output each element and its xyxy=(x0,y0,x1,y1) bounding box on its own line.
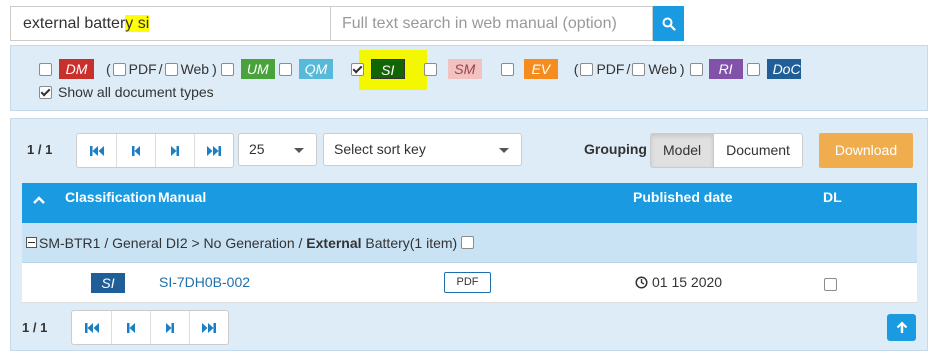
search-row: external battery si Full text search in … xyxy=(10,6,684,41)
open-paren: ( xyxy=(106,61,111,77)
keyword-highlight: y si xyxy=(125,15,150,32)
col-published-date[interactable]: Published date xyxy=(633,189,733,205)
pager-top xyxy=(76,133,234,168)
sort-key-value: Select sort key xyxy=(334,141,426,157)
per-page-value: 25 xyxy=(249,141,265,157)
ev-pdf-label: PDF xyxy=(596,61,625,77)
collapse-group-icon[interactable] xyxy=(26,237,37,248)
group-select-checkbox[interactable] xyxy=(461,236,475,249)
page-count-bottom: 1 / 1 xyxy=(22,320,48,335)
results-table-header: Classification Manual Published date DL xyxy=(22,183,917,223)
close-paren: ) xyxy=(679,61,685,77)
open-paren: ( xyxy=(573,61,579,77)
chevron-down-icon xyxy=(499,148,509,153)
grouping-toggle: Model Document xyxy=(650,133,803,168)
per-page-select[interactable]: 25 xyxy=(238,133,317,166)
search-icon xyxy=(662,17,676,31)
ri-checkbox[interactable] xyxy=(689,62,703,76)
download-row-checkbox[interactable] xyxy=(824,278,837,291)
classification-badge: SI xyxy=(91,273,125,293)
published-date-value: 01 15 2020 xyxy=(652,274,723,290)
dm-pdf-checkbox[interactable] xyxy=(112,62,126,76)
show-all-label: Show all document types xyxy=(58,84,214,100)
show-all-checkbox[interactable] xyxy=(39,85,52,99)
sm-badge: SM xyxy=(447,59,482,79)
group-title-bold: External xyxy=(306,234,362,251)
table-row: SI SI-7DH0B-002 PDF 01 15 2020 xyxy=(22,263,917,303)
ev-pdf-checkbox[interactable] xyxy=(580,62,594,76)
manual-link[interactable]: SI-7DH0B-002 xyxy=(159,274,250,290)
grouping-label: Grouping xyxy=(584,141,647,157)
prev-page-icon xyxy=(127,322,135,333)
col-classification[interactable]: Classification xyxy=(65,189,156,205)
pager-bottom xyxy=(71,310,229,345)
first-page-button[interactable] xyxy=(72,311,111,344)
group-title-suffix: Battery(1 item) xyxy=(361,234,458,251)
ev-web-checkbox[interactable] xyxy=(632,62,646,76)
grouping-model-button[interactable]: Model xyxy=(651,134,715,167)
qm-checkbox[interactable] xyxy=(278,62,292,76)
prev-page-button[interactable] xyxy=(111,311,150,344)
show-all-row: Show all document types xyxy=(39,84,214,100)
dm-badge: DM xyxy=(59,59,94,79)
last-page-button[interactable] xyxy=(194,134,233,167)
doc-badge: DoC xyxy=(766,59,801,79)
chevron-down-icon xyxy=(294,148,304,153)
keyword-search-input[interactable]: external battery si xyxy=(10,6,331,41)
slash: / xyxy=(626,61,631,77)
last-page-button[interactable] xyxy=(189,311,228,344)
first-page-button[interactable] xyxy=(77,134,116,167)
group-title-prefix: SM-BTR1 / General DI2 > No Generation / xyxy=(39,234,307,251)
dm-checkbox[interactable] xyxy=(39,62,52,76)
sort-key-select[interactable]: Select sort key xyxy=(323,133,522,166)
keyword-text-a: external batter xyxy=(23,15,126,32)
um-checkbox[interactable] xyxy=(220,62,234,76)
ev-checkbox[interactable] xyxy=(500,62,514,76)
chevron-up-icon[interactable] xyxy=(32,195,46,205)
si-checkbox[interactable] xyxy=(350,62,364,76)
pdf-button[interactable]: PDF xyxy=(444,272,491,293)
next-page-icon xyxy=(166,322,174,333)
clock-icon xyxy=(635,275,648,289)
um-badge: UM xyxy=(240,59,275,79)
col-dl: DL xyxy=(823,189,842,205)
doc-checkbox[interactable] xyxy=(746,62,760,76)
si-badge: SI xyxy=(370,59,405,79)
slash: / xyxy=(158,61,163,77)
group-row: SM-BTR1 / General DI2 > No Generation / … xyxy=(22,223,917,263)
prev-page-icon xyxy=(132,145,140,156)
next-page-button[interactable] xyxy=(155,134,194,167)
search-button[interactable] xyxy=(653,6,684,41)
download-button[interactable]: Download xyxy=(819,133,913,168)
last-page-icon xyxy=(202,322,216,333)
scroll-to-top-button[interactable] xyxy=(887,314,916,341)
qm-badge: QM xyxy=(298,59,333,79)
dm-web-checkbox[interactable] xyxy=(164,62,178,76)
document-type-row: DM ( PDF / Web ) UM QM SI SM EV ( PDF / … xyxy=(39,58,801,80)
arrow-up-icon xyxy=(896,321,907,333)
next-page-icon xyxy=(171,145,179,156)
first-page-icon xyxy=(84,322,99,333)
last-page-icon xyxy=(207,145,221,156)
dm-web-label: Web xyxy=(180,61,210,77)
prev-page-button[interactable] xyxy=(116,134,155,167)
results-panel: 1 / 1 25 Select sort key Grouping Model … xyxy=(10,118,928,351)
next-page-button[interactable] xyxy=(150,311,189,344)
published-date: 01 15 2020 xyxy=(635,274,722,290)
first-page-icon xyxy=(89,145,104,156)
grouping-document-button[interactable]: Document xyxy=(714,134,802,167)
sm-checkbox[interactable] xyxy=(423,62,437,76)
ri-badge: RI xyxy=(708,59,743,79)
close-paren: ) xyxy=(212,61,217,77)
col-manual[interactable]: Manual xyxy=(158,189,206,205)
ev-web-label: Web xyxy=(648,61,677,77)
dm-pdf-label: PDF xyxy=(128,61,157,77)
ev-badge: EV xyxy=(523,59,558,79)
fulltext-search-input[interactable]: Full text search in web manual (option) xyxy=(331,6,653,41)
document-type-filter-panel: DM ( PDF / Web ) UM QM SI SM EV ( PDF / … xyxy=(10,45,928,111)
page-count-top: 1 / 1 xyxy=(27,142,53,157)
